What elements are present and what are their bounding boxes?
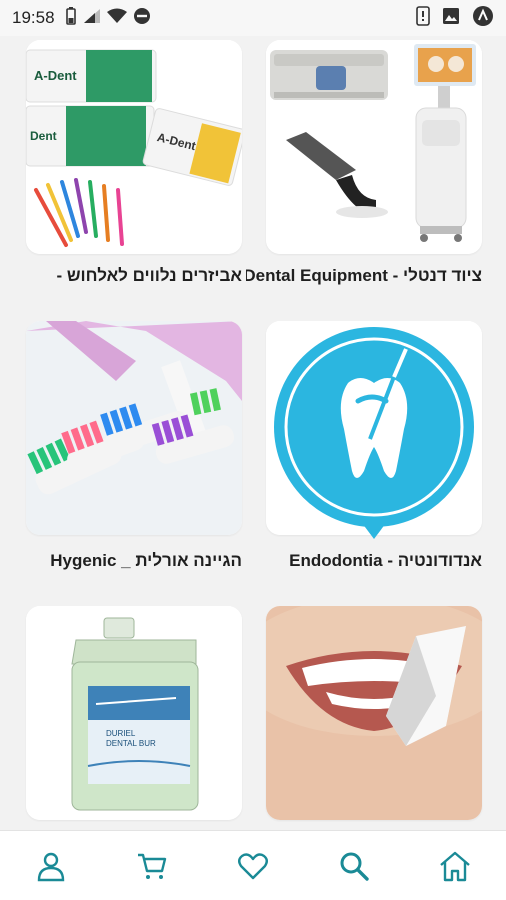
- app-notification-icon: [472, 5, 494, 32]
- svg-text:Dent: Dent: [30, 129, 57, 143]
- product-text-line2: DENTAL BUR: [106, 739, 156, 748]
- user-icon: [37, 852, 64, 881]
- dental-bur-cleaner-image: DURIEL DENTAL BUR: [26, 606, 242, 820]
- nav-search-button[interactable]: [326, 838, 382, 894]
- svg-text:A-Dent: A-Dent: [34, 68, 77, 83]
- smile-image: [266, 606, 482, 820]
- category-card-anesthesia-accessories[interactable]: A-Dent Dent A-Dent: [26, 40, 242, 254]
- product-text-line1: DURIEL: [106, 729, 136, 738]
- status-time: 19:58: [12, 8, 55, 27]
- notification-icon: [416, 5, 430, 31]
- category-card-dental-bur[interactable]: DURIEL DENTAL BUR: [26, 606, 242, 820]
- image-notification-icon: [442, 7, 460, 30]
- category-card-oral-hygiene[interactable]: [26, 321, 242, 535]
- category-card-smile[interactable]: [266, 606, 482, 820]
- heart-icon: [238, 852, 268, 879]
- category-grid: ציוד דנטלי - Dental Equipment A-Dent Den…: [0, 36, 506, 830]
- status-bar: 19:58: [0, 0, 506, 36]
- nav-favorites-button[interactable]: [225, 838, 281, 894]
- home-icon: [440, 851, 471, 881]
- nav-account-button[interactable]: [23, 838, 79, 894]
- anesthesia-needles-image: A-Dent Dent A-Dent: [26, 40, 242, 254]
- wifi-icon: [106, 8, 127, 29]
- endodontia-tooth-image: [266, 321, 482, 539]
- dental-equipment-image: [266, 40, 482, 254]
- nav-home-button[interactable]: [427, 838, 483, 894]
- category-label-dental-equipment[interactable]: ציוד דנטלי - Dental Equipment: [246, 266, 482, 286]
- signal-icon: [83, 8, 101, 29]
- cart-icon: [137, 853, 166, 879]
- category-label-endodontia[interactable]: אנדודונטיה - Endodontia: [246, 551, 482, 571]
- bottom-nav: [0, 830, 506, 900]
- nav-cart-button[interactable]: [124, 838, 180, 894]
- category-card-endodontia[interactable]: [266, 321, 482, 539]
- battery-saver-icon: [65, 6, 77, 30]
- do-not-disturb-icon: [133, 7, 151, 30]
- category-label-oral-hygiene[interactable]: הגיינה אורלית _ Hygenic: [6, 551, 242, 571]
- category-card-dental-equipment[interactable]: [266, 40, 482, 254]
- search-icon: [340, 852, 369, 881]
- toothbrushes-image: [26, 321, 242, 535]
- category-label-anesthesia-accessories[interactable]: אביזרים נלווים לאלחוש -: [6, 266, 242, 286]
